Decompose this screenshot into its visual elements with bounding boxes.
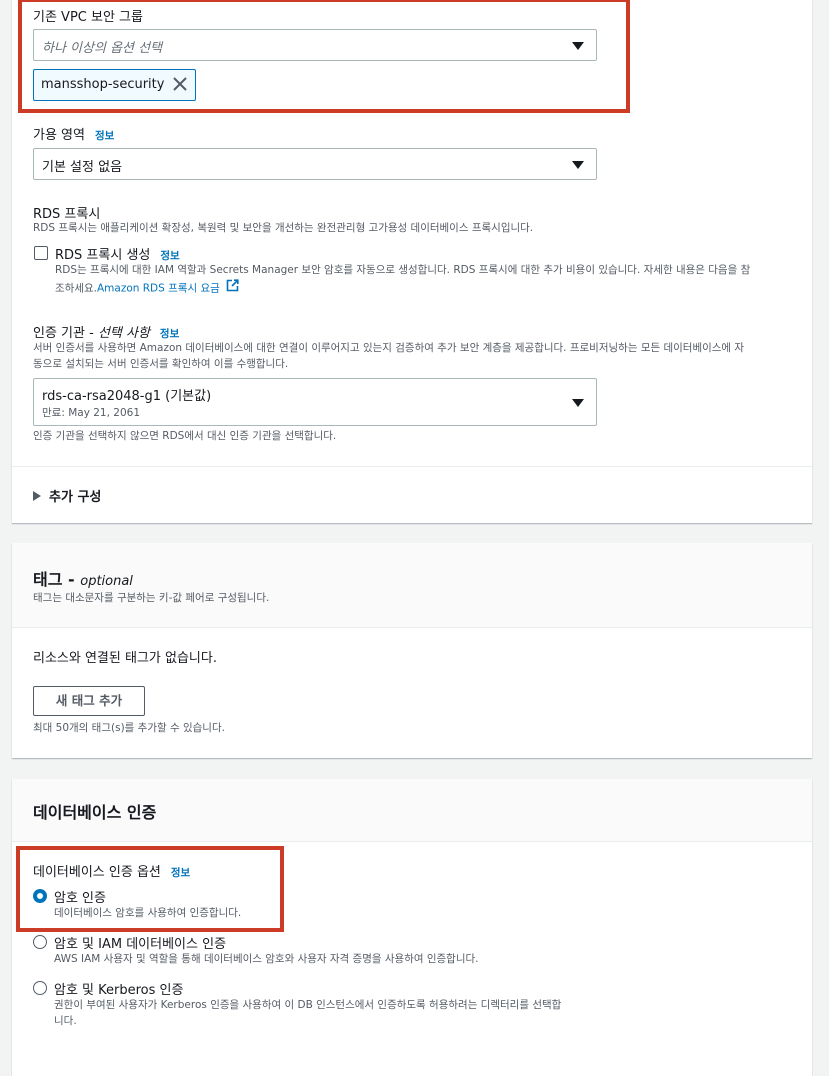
certificate-authority-value: rds-ca-rsa2048-g1 (기본값) (42, 389, 212, 404)
availability-zone-label: 가용 영역 정보 (33, 124, 114, 143)
database-auth-title: 데이터베이스 인증 (33, 803, 157, 822)
password-kerberos-auth-desc-line2: 니다. (54, 1015, 77, 1027)
highlight-box-auth-option (16, 846, 284, 932)
rds-proxy-help-text: 조하세요. (55, 282, 97, 295)
certificate-authority-footnote: 인증 기관을 선택하지 않으면 RDS에서 대신 인증 기관을 선택합니다. (33, 430, 337, 442)
tags-limit-note: 최대 50개의 태그(s)를 추가할 수 있습니다. (33, 722, 225, 734)
connectivity-panel: 기존 VPC 보안 그룹 하나 이상의 옵션 선택 mansshop-secur… (12, 0, 812, 523)
add-tag-button[interactable]: 새 태그 추가 (33, 686, 145, 716)
rds-proxy-pricing-link[interactable]: Amazon RDS 프록시 요금 (97, 283, 220, 295)
additional-config-expander[interactable]: 추가 구성 (33, 486, 101, 505)
availability-zone-label-text: 가용 영역 (33, 128, 85, 143)
rds-proxy-description: RDS 프록시는 애플리케이션 확장성, 복원력 및 보안을 개선하는 완전관리… (33, 222, 534, 234)
certificate-authority-label: 인증 기관 - 선택 사항 정보 (33, 322, 179, 341)
availability-zone-value: 기본 설정 없음 (42, 160, 123, 175)
rds-proxy-help-line1: RDS는 프록시에 대한 IAM 역할과 Secrets Manager 보안 … (55, 264, 751, 276)
password-kerberos-auth-label: 암호 및 Kerberos 인증 (54, 983, 184, 998)
tags-empty-message: 리소스와 연결된 태그가 없습니다. (33, 651, 217, 666)
certificate-authority-desc-line2: 동으로 설치되는 서버 인증서를 확인하여 이를 수행합니다. (33, 358, 289, 370)
rds-proxy-checkbox-label: RDS 프록시 생성 정보 (55, 244, 180, 263)
chevron-down-icon (572, 399, 584, 407)
rds-proxy-info-link[interactable]: 정보 (160, 250, 179, 262)
tags-optional: optional (80, 574, 133, 589)
tags-panel: 태그 - optional 태그는 대소문자를 구분하는 키-값 페어로 구성됩… (12, 543, 812, 758)
section-divider (12, 466, 812, 467)
radio-password-kerberos-auth[interactable] (33, 981, 47, 995)
tags-description: 태그는 대소문자를 구분하는 키-값 페어로 구성됩니다. (33, 592, 270, 604)
tags-title: 태그 - optional (33, 566, 133, 590)
password-iam-auth-label: 암호 및 IAM 데이터베이스 인증 (54, 937, 227, 952)
availability-zone-select[interactable]: 기본 설정 없음 (33, 148, 597, 180)
rds-proxy-help-line2: 조하세요.Amazon RDS 프록시 요금 (55, 279, 239, 298)
rds-proxy-checkbox[interactable] (34, 246, 48, 260)
certificate-authority-expiry: 만료: May 21, 2061 (42, 407, 140, 419)
certificate-authority-desc-line1: 서버 인증서를 사용하면 Amazon 데이터베이스에 대한 연결이 이루어지고… (33, 342, 745, 354)
database-auth-divider (12, 841, 812, 842)
certificate-authority-label-text: 인증 기관 - (33, 326, 94, 341)
certificate-authority-select[interactable]: rds-ca-rsa2048-g1 (기본값) 만료: May 21, 2061 (33, 378, 597, 426)
highlight-box-vpc (18, 0, 630, 113)
password-iam-auth-desc: AWS IAM 사용자 및 역할을 통해 데이터베이스 암호와 사용자 자격 증… (54, 953, 479, 965)
caret-right-icon (33, 490, 41, 501)
external-link-icon (226, 279, 239, 298)
tags-title-text: 태그 - (33, 570, 75, 589)
tags-divider (12, 627, 812, 628)
certificate-authority-info-link[interactable]: 정보 (160, 328, 179, 340)
availability-zone-info-link[interactable]: 정보 (95, 130, 114, 142)
additional-config-label: 추가 구성 (49, 490, 102, 505)
password-kerberos-auth-desc: 권한이 부여된 사용자가 Kerberos 인증을 사용하여 이 DB 인스턴스… (54, 999, 562, 1011)
certificate-authority-optional: 선택 사항 (97, 326, 150, 341)
rds-proxy-checkbox-text: RDS 프록시 생성 (55, 248, 151, 263)
radio-password-iam-auth[interactable] (33, 935, 47, 949)
chevron-down-icon (572, 161, 584, 169)
database-auth-panel: 데이터베이스 인증 데이터베이스 인증 옵션 정보 암호 인증 데이터베이스 암호… (12, 779, 812, 1076)
